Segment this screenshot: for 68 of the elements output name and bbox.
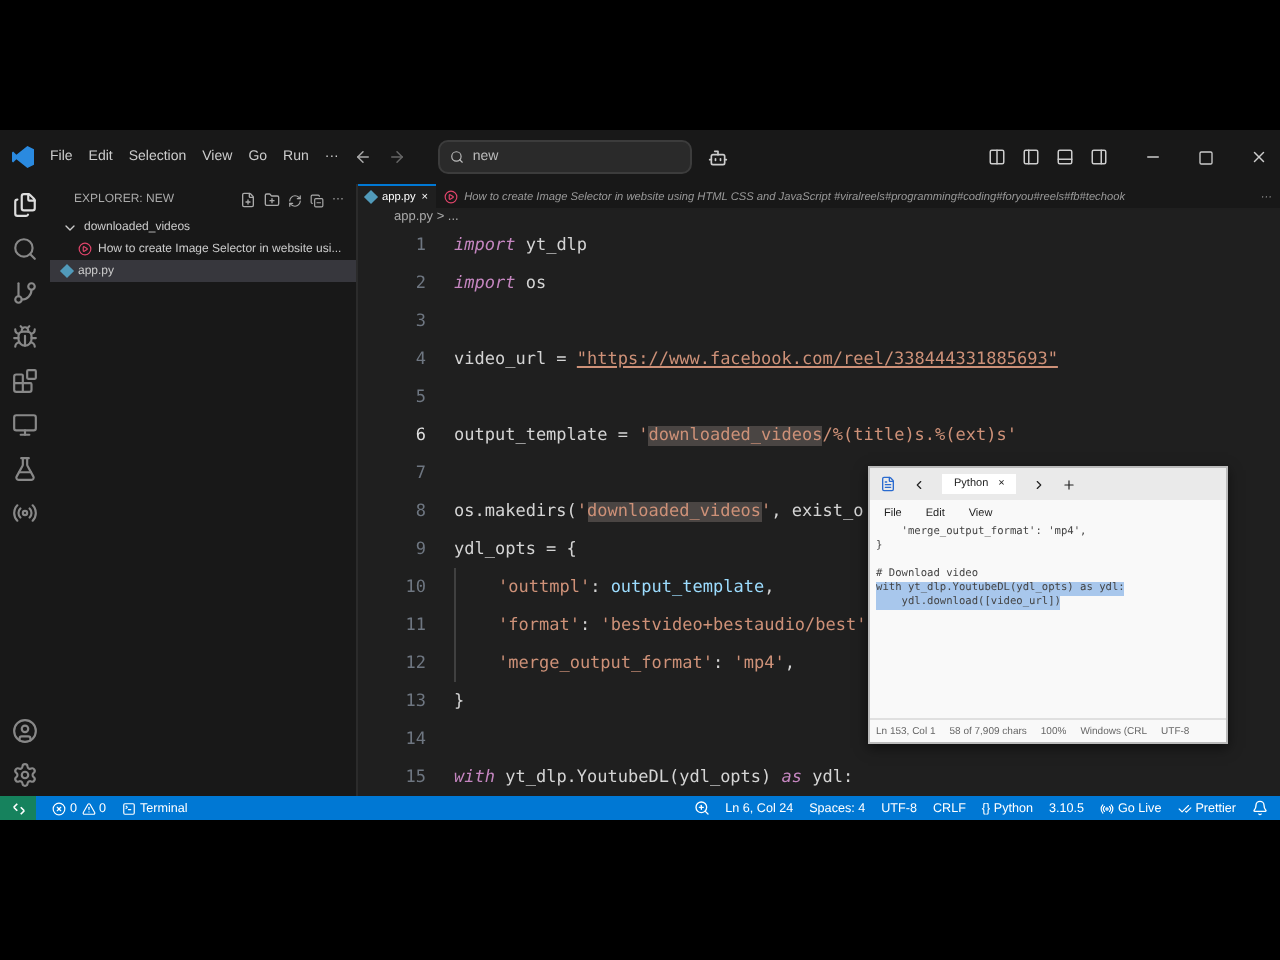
code-line: video_url = "https://www.facebook.com/reel/338444331885693" bbox=[454, 349, 1058, 369]
zoom-icon[interactable] bbox=[693, 800, 710, 816]
double-check-icon bbox=[1177, 801, 1192, 815]
line-number: 1 bbox=[413, 235, 428, 255]
remote-icon bbox=[11, 801, 25, 815]
new-tab-icon[interactable] bbox=[1062, 477, 1077, 491]
panel-toggle-icon[interactable] bbox=[1056, 148, 1074, 166]
line-number: 14 bbox=[403, 729, 428, 749]
line-number: 7 bbox=[413, 463, 428, 483]
line-number: 4 bbox=[413, 349, 428, 369]
chevron-right-icon[interactable] bbox=[1032, 477, 1047, 491]
search-icon[interactable] bbox=[12, 236, 38, 262]
forward-icon[interactable] bbox=[388, 148, 407, 166]
files-icon[interactable] bbox=[12, 192, 38, 218]
notepad-icon bbox=[880, 476, 896, 492]
chevron-left-icon[interactable] bbox=[912, 477, 926, 491]
code-line: with yt_dlp.YoutubeDL(ydl_opts) as ydl: bbox=[454, 767, 854, 787]
flask-icon[interactable] bbox=[12, 456, 38, 482]
error-icon bbox=[52, 801, 66, 815]
refresh-icon[interactable] bbox=[288, 193, 302, 207]
new-folder-icon[interactable] bbox=[264, 192, 280, 208]
broadcast-icon[interactable] bbox=[12, 500, 38, 526]
line-number: 11 bbox=[403, 615, 428, 635]
line-number: 13 bbox=[403, 691, 428, 711]
code-line: os.makedirs('downloaded_videos', exist_o bbox=[454, 501, 864, 521]
secondary-sidebar-icon[interactable] bbox=[1090, 148, 1108, 166]
line-number: 10 bbox=[403, 577, 428, 597]
new-file-icon[interactable] bbox=[240, 192, 256, 208]
extensions-icon[interactable] bbox=[12, 368, 38, 394]
close-icon[interactable] bbox=[1250, 148, 1268, 166]
search-icon bbox=[450, 150, 465, 164]
code-line: ydl_opts = { bbox=[454, 539, 577, 559]
play-icon bbox=[444, 190, 459, 205]
bug-icon[interactable] bbox=[12, 324, 38, 350]
line-number: 2 bbox=[413, 273, 428, 293]
logo-icon bbox=[12, 146, 34, 168]
line-number: 12 bbox=[403, 653, 428, 673]
code-line: } bbox=[454, 691, 465, 711]
code-line: 'format': 'bestvideo+bestaudio/best' bbox=[498, 615, 867, 635]
layout-icon[interactable] bbox=[988, 148, 1006, 166]
collapse-icon[interactable] bbox=[310, 193, 324, 207]
line-number: 3 bbox=[413, 311, 428, 331]
line-number: 8 bbox=[413, 501, 428, 521]
broadcast-icon bbox=[1100, 801, 1114, 815]
branch-icon[interactable] bbox=[12, 280, 38, 306]
terminal-icon bbox=[122, 801, 137, 815]
settings-icon[interactable] bbox=[12, 762, 38, 788]
python-file-icon bbox=[363, 190, 379, 205]
code-line: import yt_dlp bbox=[454, 235, 588, 255]
back-icon[interactable] bbox=[354, 148, 373, 166]
assistant-icon[interactable] bbox=[707, 147, 728, 167]
account-icon[interactable] bbox=[12, 718, 38, 744]
remote-button[interactable] bbox=[0, 796, 36, 820]
play-icon bbox=[78, 242, 92, 256]
code-line: 'merge_output_format': 'mp4', bbox=[498, 653, 795, 673]
line-number: 9 bbox=[413, 539, 428, 559]
maximize-icon[interactable] bbox=[1198, 149, 1214, 165]
line-number: 5 bbox=[413, 387, 428, 407]
notifications-icon[interactable] bbox=[1252, 800, 1268, 816]
monitor-icon[interactable] bbox=[12, 412, 38, 438]
python-file-icon bbox=[59, 263, 75, 279]
sidebar-toggle-icon[interactable] bbox=[1022, 148, 1040, 166]
code-line: 'outtmpl': output_template, bbox=[498, 577, 775, 597]
code-line: import os bbox=[454, 273, 547, 293]
line-number: 15 bbox=[403, 767, 428, 787]
code-line: output_template = 'downloaded_videos/%(title)s.%(ext)s' bbox=[454, 425, 1017, 445]
line-number: 6 bbox=[413, 425, 428, 445]
warning-icon bbox=[81, 801, 96, 815]
